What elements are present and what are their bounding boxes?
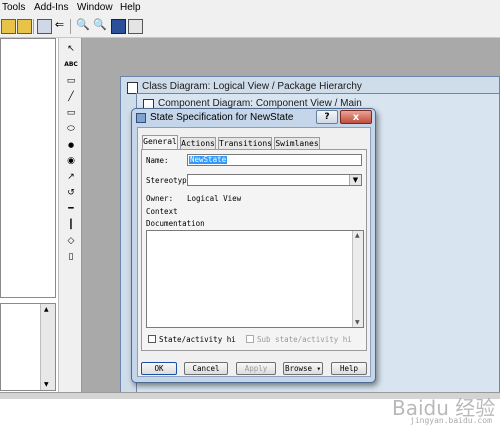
- documentation-textarea[interactable]: [146, 230, 364, 328]
- close-button[interactable]: x: [340, 110, 372, 124]
- undo-fit-icon[interactable]: [128, 19, 143, 34]
- save-icon[interactable]: [17, 19, 32, 34]
- help-caption-button[interactable]: ?: [316, 110, 338, 124]
- class-diagram-title: Class Diagram: Logical View / Package Hi…: [142, 81, 362, 92]
- dialog-icon: [136, 113, 146, 123]
- self-transition-icon[interactable]: ↺: [64, 187, 78, 199]
- menu-add-ins[interactable]: Add-Ins: [34, 2, 68, 13]
- end-state-icon[interactable]: ◉: [64, 155, 78, 167]
- scroll-down-icon[interactable]: ▼: [355, 319, 360, 326]
- owner-value: Logical View: [187, 194, 242, 203]
- stereotype-combobox[interactable]: [187, 174, 362, 186]
- vertical-sync-icon[interactable]: ┃: [64, 219, 78, 231]
- scroll-up-icon[interactable]: ▲: [44, 306, 49, 313]
- scroll-up-icon[interactable]: ▲: [355, 232, 360, 239]
- tab-transitions[interactable]: Transitions: [218, 137, 272, 149]
- state-icon[interactable]: ▭: [64, 107, 78, 119]
- swimlane-icon[interactable]: ▯: [64, 251, 78, 263]
- transition-icon[interactable]: ↗: [64, 171, 78, 183]
- menu-window[interactable]: Window: [77, 2, 113, 13]
- menu-tools[interactable]: Tools: [2, 2, 25, 13]
- documentation-scrollbar[interactable]: ▲ ▼: [352, 231, 363, 327]
- state-activity-checkbox[interactable]: [148, 335, 156, 343]
- note-icon[interactable]: ▭: [64, 75, 78, 87]
- toolbar: ⇐ 🔍 🔍: [0, 16, 500, 38]
- tab-actions[interactable]: Actions: [180, 137, 216, 149]
- decision-icon[interactable]: ◇: [64, 235, 78, 247]
- dialog-title: State Specification for NewState: [150, 112, 294, 123]
- open-icon[interactable]: [1, 19, 16, 34]
- horizontal-sync-icon[interactable]: ━: [64, 203, 78, 215]
- anchor-note-icon[interactable]: ╱: [64, 91, 78, 103]
- sub-state-checkbox: [246, 335, 254, 343]
- browser-pane: [0, 38, 56, 298]
- cancel-button[interactable]: Cancel: [184, 362, 228, 375]
- start-state-icon[interactable]: ●: [64, 139, 78, 151]
- zoom-in-icon[interactable]: 🔍: [76, 19, 90, 32]
- chevron-down-icon[interactable]: ▼: [349, 175, 361, 185]
- menu-help[interactable]: Help: [120, 2, 141, 13]
- tab-swimlanes[interactable]: Swimlanes: [274, 137, 320, 149]
- name-field-value: NewState: [189, 155, 228, 164]
- documentation-label: Documentation: [146, 219, 205, 228]
- state-activity-checkbox-label: State/activity hi: [159, 335, 236, 344]
- scroll-down-icon[interactable]: ▼: [44, 381, 49, 388]
- menu-bar: Tools Add-Ins Window Help: [0, 0, 500, 16]
- browse-diagram-icon[interactable]: [37, 19, 52, 34]
- zoom-out-icon[interactable]: 🔍: [93, 19, 107, 32]
- tool-palette: ↖ ABC ▭ ╱ ▭ ⬭ ● ◉ ↗ ↺ ━ ┃ ◇ ▯: [58, 38, 82, 392]
- fit-window-icon[interactable]: [111, 19, 126, 34]
- apply-button: Apply: [236, 362, 276, 375]
- help-button[interactable]: Help: [331, 362, 367, 375]
- browse-button[interactable]: Browse ▾: [283, 362, 323, 375]
- selection-arrow-icon[interactable]: ↖: [64, 43, 78, 55]
- back-arrow-icon[interactable]: ⇐: [53, 19, 66, 32]
- owner-label: Owner:: [146, 194, 174, 203]
- name-label: Name:: [146, 156, 169, 165]
- documentation-pane: ▲ ▼: [0, 303, 56, 391]
- ok-button[interactable]: OK: [141, 362, 177, 375]
- context-label: Context: [146, 207, 178, 216]
- tab-general[interactable]: General: [142, 135, 178, 149]
- doc-pane-scrollbar[interactable]: ▲ ▼: [40, 304, 55, 390]
- watermark-url: jingyan.baidu.com: [410, 416, 492, 425]
- sub-state-checkbox-label: Sub state/activity hi: [257, 335, 352, 344]
- activity-icon[interactable]: ⬭: [64, 123, 78, 135]
- text-box-tool[interactable]: ABC: [64, 59, 78, 71]
